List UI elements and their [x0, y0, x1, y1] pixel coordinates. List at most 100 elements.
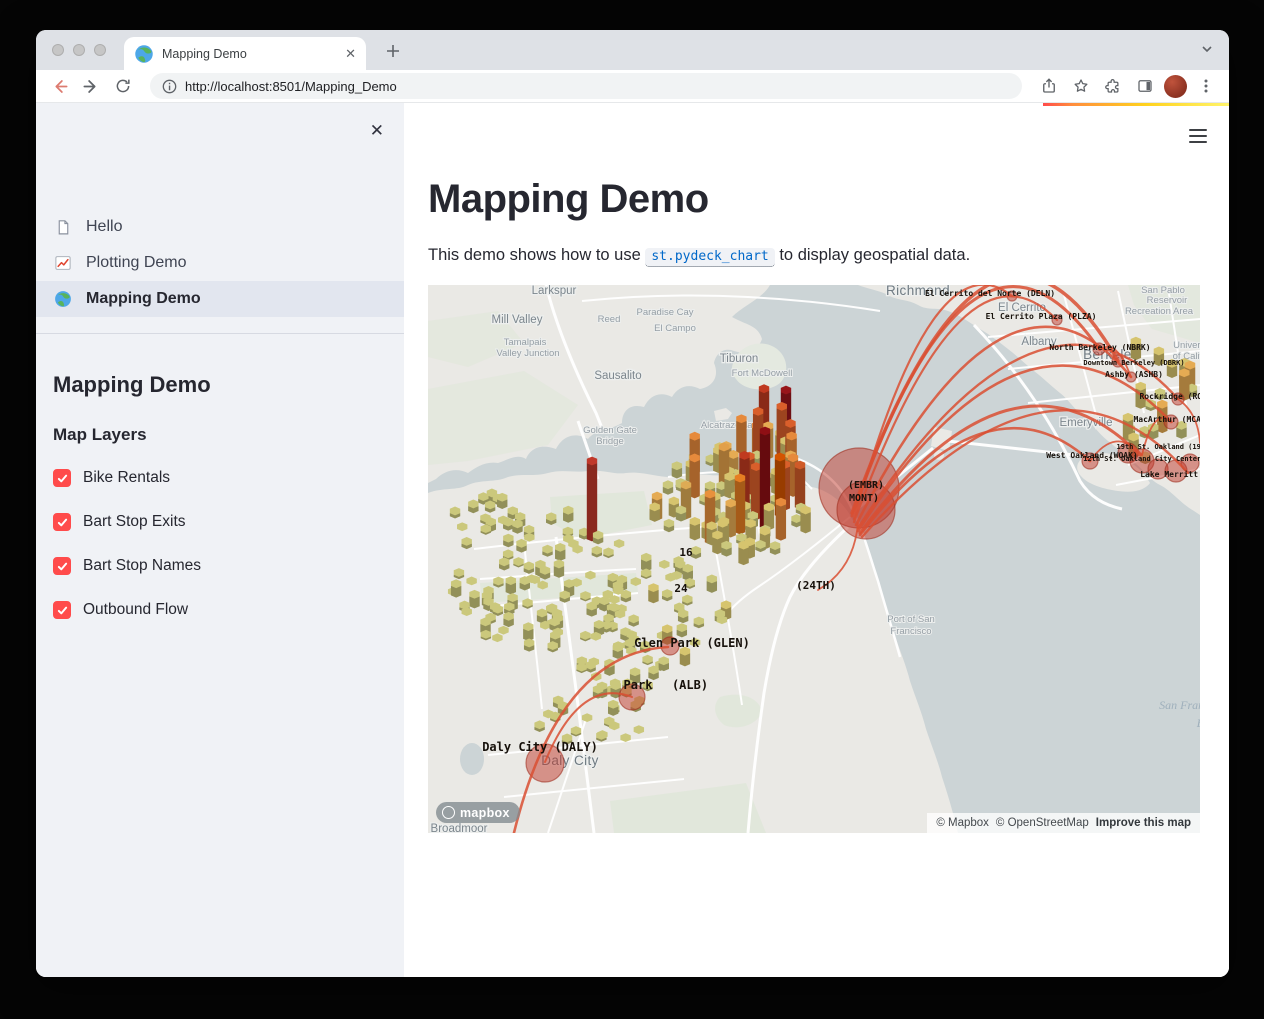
- hex-bar: [503, 518, 513, 531]
- map-place-label: Mill Valley: [492, 314, 543, 326]
- hex-bar: [481, 524, 491, 535]
- hex-bar: [450, 507, 460, 519]
- checkbox-outbound-flow[interactable]: Outbound Flow: [53, 601, 404, 619]
- extensions-puzzle-icon[interactable]: [1100, 73, 1126, 99]
- hex-bar: [648, 583, 658, 603]
- bart-station-label: (EMBR): [848, 480, 884, 491]
- app-sidebar: ✕ Hello Plotting Demo: [36, 103, 404, 977]
- map-place-label: Bridge: [596, 436, 623, 447]
- sidebar-heading: Mapping Demo: [53, 372, 404, 398]
- reload-button[interactable]: [110, 73, 136, 99]
- hex-bar: [520, 576, 530, 590]
- bart-station-label: MONT): [849, 493, 879, 504]
- maximize-window-button[interactable]: [94, 44, 106, 56]
- hex-bar: [580, 591, 590, 601]
- forward-button[interactable]: [78, 73, 104, 99]
- hex-bar: [499, 557, 509, 570]
- browser-tab[interactable]: Mapping Demo ✕: [124, 37, 366, 70]
- attrib-improve-link[interactable]: Improve this map: [1096, 817, 1191, 829]
- hex-bar: [522, 598, 532, 609]
- checkbox-bike-rentals[interactable]: Bike Rentals: [53, 469, 404, 487]
- hex-bar: [542, 545, 552, 557]
- check-icon: [56, 604, 69, 617]
- bart-station-label: MacArthur (MCAR): [1133, 415, 1200, 424]
- check-icon: [56, 472, 69, 485]
- sidebar-item-hello[interactable]: Hello: [36, 209, 404, 245]
- tab-close-icon[interactable]: ✕: [345, 47, 356, 60]
- hex-bar: [540, 566, 550, 580]
- checkbox-bart-stop-names[interactable]: Bart Stop Names: [53, 557, 404, 575]
- sidebar-item-mapping-demo[interactable]: Mapping Demo: [36, 281, 404, 317]
- hex-bar: [546, 512, 556, 525]
- page-nav: Hello Plotting Demo: [36, 209, 404, 317]
- map-canvas[interactable]: LarkspurMill ValleyReedParadise CayEl Ca…: [428, 285, 1200, 833]
- sidebar-item-plotting-demo[interactable]: Plotting Demo: [36, 245, 404, 281]
- attrib-mapbox-link[interactable]: © Mapbox: [936, 817, 989, 829]
- map-place-label: Broadmoor: [431, 823, 488, 833]
- mapbox-logo-icon: [442, 806, 455, 819]
- tab-search-chevron-icon[interactable]: [1199, 41, 1215, 62]
- pydeck-chart-link[interactable]: st.pydeck_chart: [645, 248, 774, 267]
- browser-menu-icon[interactable]: [1193, 73, 1219, 99]
- map-place-label: Golden Gate: [583, 425, 637, 436]
- hex-bar: [555, 543, 565, 561]
- hex-bar: [469, 590, 479, 609]
- minimize-window-button[interactable]: [73, 44, 85, 56]
- checkbox-label: Outbound Flow: [83, 601, 188, 619]
- hex-bar: [662, 589, 672, 601]
- hex-bar: [690, 517, 700, 540]
- hex-bar: [608, 700, 618, 716]
- bart-station-label: Glen Park (GLEN): [634, 636, 750, 650]
- hex-bar: [659, 656, 669, 671]
- pydeck-map[interactable]: LarkspurMill ValleyReedParadise CayEl Ca…: [428, 285, 1200, 833]
- side-panel-icon[interactable]: [1132, 73, 1158, 99]
- attrib-osm-link[interactable]: © OpenStreetMap: [996, 817, 1089, 829]
- hex-bar: [603, 547, 613, 558]
- hex-bar: [563, 506, 573, 523]
- bookmark-star-icon[interactable]: [1068, 73, 1094, 99]
- sidebar-close-icon[interactable]: ✕: [370, 121, 384, 141]
- hex-bar: [707, 574, 717, 592]
- chart-icon: [53, 253, 73, 273]
- hex-bar: [512, 519, 522, 533]
- check-icon: [56, 516, 69, 529]
- hex-bar: [587, 457, 597, 542]
- checkbox-label: Bart Stop Exits: [83, 513, 186, 531]
- mapbox-logo[interactable]: mapbox: [436, 802, 520, 823]
- app-menu-hamburger-icon[interactable]: [1189, 125, 1207, 147]
- hex-bar: [641, 569, 651, 580]
- map-place-label: Tamalpais: [504, 337, 547, 348]
- hex-bar: [776, 498, 786, 541]
- tab-bar: Mapping Demo ✕: [36, 30, 1229, 70]
- bart-station-label: North Berkeley (NBRK): [1049, 343, 1150, 352]
- site-info-icon[interactable]: [162, 79, 177, 94]
- bart-station-label: Daly City (DALY): [482, 740, 598, 754]
- back-button[interactable]: [46, 73, 72, 99]
- new-tab-button[interactable]: [380, 38, 406, 64]
- map-place-label: El Campo: [654, 323, 696, 334]
- hex-bar: [451, 579, 461, 597]
- hex-bar: [571, 726, 581, 736]
- url-field[interactable]: http://localhost:8501/Mapping_Demo: [150, 73, 1022, 99]
- bart-station-label: Rockridge (ROCK): [1139, 391, 1200, 401]
- checkbox-bart-stop-exits[interactable]: Bart Stop Exits: [53, 513, 404, 531]
- address-bar: http://localhost:8501/Mapping_Demo: [36, 70, 1229, 103]
- hex-bar: [524, 639, 534, 652]
- profile-avatar[interactable]: [1164, 75, 1187, 98]
- map-place-label: Bay: [1197, 716, 1200, 730]
- mapbox-logo-text: mapbox: [460, 806, 510, 820]
- globe-favicon-icon: [134, 44, 154, 64]
- bart-station-label: El Cerrito del Norte (DELN): [925, 288, 1055, 298]
- map-place-label: Reed: [598, 314, 621, 325]
- checkbox-box: [53, 557, 71, 575]
- share-button[interactable]: [1036, 73, 1062, 99]
- hex-bar: [755, 540, 765, 552]
- hex-bar: [503, 612, 513, 627]
- bart-station-label: 24: [674, 582, 688, 595]
- hex-bar: [795, 461, 805, 510]
- bart-station-label: 19th St. Oakland (19TH): [1117, 443, 1200, 451]
- hex-bar: [663, 480, 673, 494]
- close-window-button[interactable]: [52, 44, 64, 56]
- checkbox-box: [53, 513, 71, 531]
- hex-bar: [586, 602, 596, 617]
